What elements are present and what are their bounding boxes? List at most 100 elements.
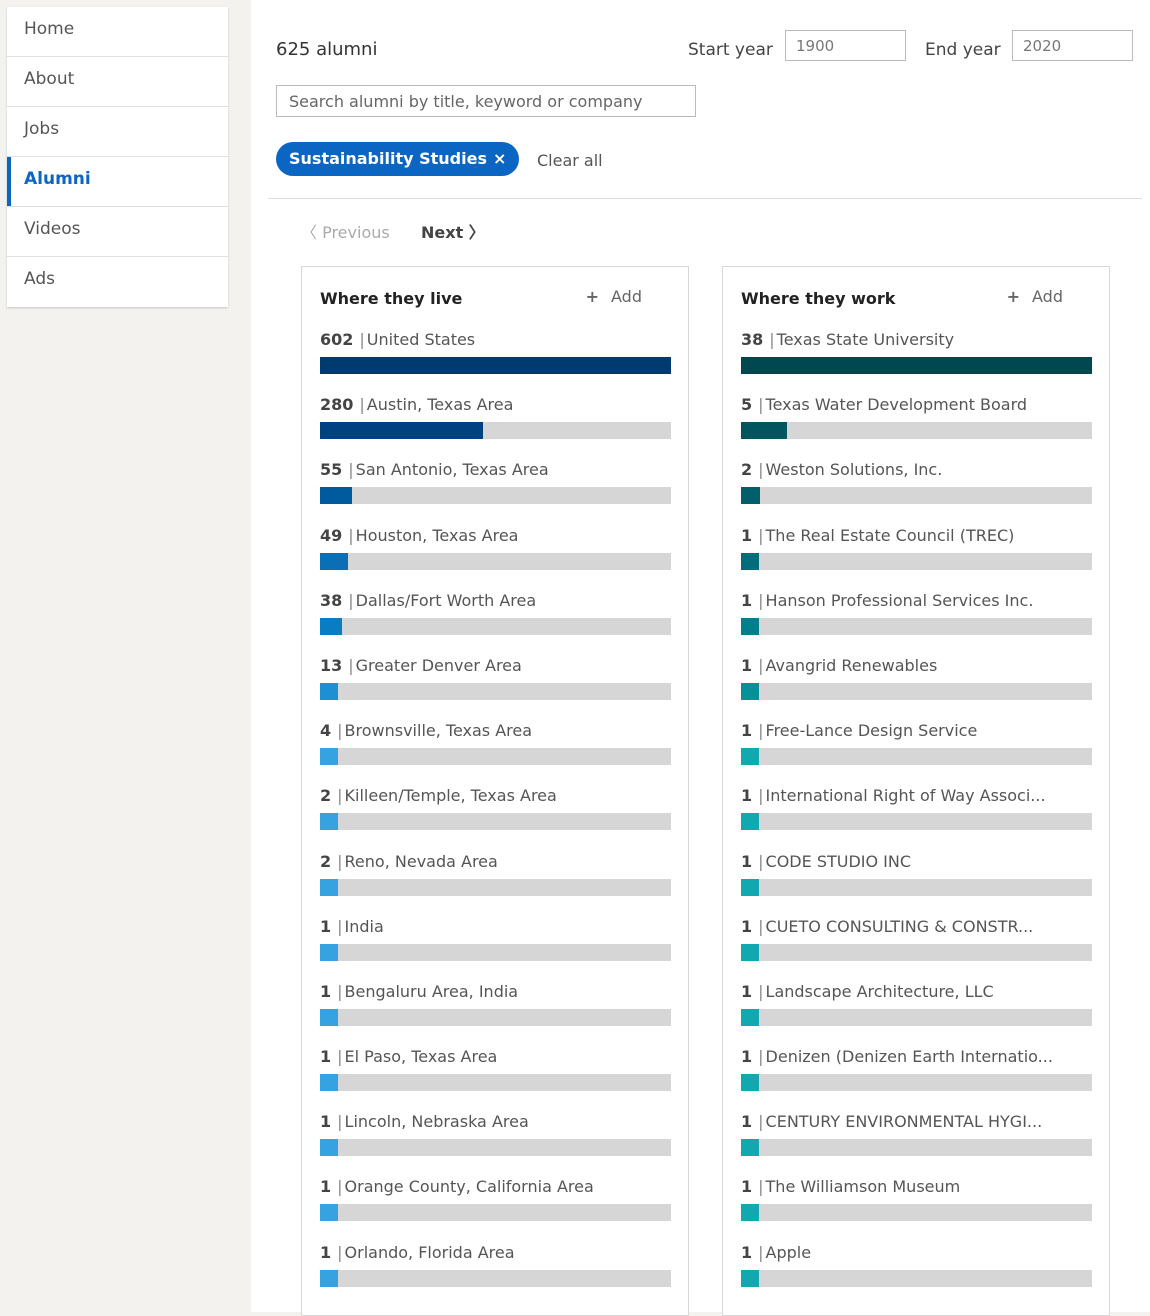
- separator: |: [337, 851, 343, 871]
- bar-fill: [741, 682, 759, 700]
- list-item[interactable]: 1 | Denizen (Denizen Earth Internatio...: [741, 1046, 1092, 1111]
- separator: |: [337, 916, 343, 936]
- alumni-search-input[interactable]: [276, 85, 696, 117]
- list-item-text: 4 | Brownsville, Texas Area: [320, 720, 671, 742]
- location-list: 602 | United States 280 | Austin, Texas Area 5…: [320, 329, 671, 1307]
- bar-track: [741, 1204, 1092, 1222]
- filter-pill-sustainability-studies[interactable]: Sustainability Studies ×: [276, 142, 520, 176]
- bar-fill: [741, 1008, 759, 1026]
- previous-button[interactable]: 〈 Previous: [301, 219, 390, 243]
- close-icon[interactable]: ×: [493, 142, 506, 176]
- list-item-label: Hanson Professional Services Inc.: [765, 590, 1034, 610]
- separator: |: [337, 1242, 343, 1262]
- list-item-count: 1: [741, 981, 753, 1001]
- bar-fill: [741, 748, 759, 766]
- list-item[interactable]: 1 | CUETO CONSULTING & CONSTR...: [741, 916, 1092, 981]
- list-item[interactable]: 1 | Hanson Professional Services Inc.: [741, 590, 1092, 655]
- list-item[interactable]: 13 | Greater Denver Area: [320, 655, 671, 720]
- bar-fill: [320, 813, 338, 831]
- list-item-label: Dallas/Fort Worth Area: [355, 590, 537, 610]
- list-item-count: 1: [741, 1242, 753, 1262]
- start-year-input[interactable]: [785, 30, 906, 61]
- list-item[interactable]: 1 | International Right of Way Associ...: [741, 785, 1092, 850]
- list-item[interactable]: 49 | Houston, Texas Area: [320, 525, 671, 590]
- separator: |: [758, 786, 764, 806]
- list-item-text: 1 | CODE STUDIO INC: [741, 851, 1092, 873]
- list-item[interactable]: 1 | India: [320, 916, 671, 981]
- list-item[interactable]: 1 | Free-Lance Design Service: [741, 720, 1092, 785]
- list-item-text: 1 | CENTURY ENVIRONMENTAL HYGI...: [741, 1111, 1092, 1133]
- nav-item-jobs[interactable]: Jobs: [7, 107, 228, 157]
- list-item-count: 1: [741, 525, 753, 545]
- list-item[interactable]: 1 | The Williamson Museum: [741, 1176, 1092, 1241]
- list-item-label: CODE STUDIO INC: [765, 851, 912, 871]
- list-item[interactable]: 1 | Orlando, Florida Area: [320, 1242, 671, 1307]
- bar-fill: [741, 813, 759, 831]
- list-item-count: 1: [741, 721, 753, 741]
- nav-item-videos[interactable]: Videos: [7, 207, 228, 257]
- list-item-text: 602 | United States: [320, 329, 671, 351]
- bar-track: [320, 1074, 671, 1092]
- list-item[interactable]: 280 | Austin, Texas Area: [320, 394, 671, 459]
- list-item-count: 2: [320, 851, 332, 871]
- bar-track: [320, 682, 671, 700]
- bar-fill: [320, 617, 343, 635]
- next-button[interactable]: Next 〉: [421, 219, 485, 243]
- list-item[interactable]: 1 | Apple: [741, 1242, 1092, 1307]
- bar-fill: [320, 1139, 338, 1157]
- nav-item-home[interactable]: Home: [7, 7, 228, 57]
- add-location-button[interactable]: + Add: [586, 287, 642, 306]
- list-item-count: 1: [320, 916, 332, 936]
- bar-fill: [741, 1269, 759, 1287]
- list-item[interactable]: 4 | Brownsville, Texas Area: [320, 720, 671, 785]
- list-item[interactable]: 1 | El Paso, Texas Area: [320, 1046, 671, 1111]
- list-item-text: 38 | Texas State University: [741, 329, 1092, 351]
- list-item[interactable]: 2 | Killeen/Temple, Texas Area: [320, 785, 671, 850]
- bar-fill: [320, 1074, 338, 1092]
- list-item[interactable]: 38 | Dallas/Fort Worth Area: [320, 590, 671, 655]
- list-item[interactable]: 1 | Lincoln, Nebraska Area: [320, 1111, 671, 1176]
- nav-item-ads[interactable]: Ads: [7, 257, 228, 307]
- list-item-count: 1: [741, 916, 753, 936]
- nav-item-alumni[interactable]: Alumni: [7, 157, 228, 207]
- list-item[interactable]: 1 | Bengaluru Area, India: [320, 981, 671, 1046]
- list-item-text: 1 | Avangrid Renewables: [741, 655, 1092, 677]
- list-item[interactable]: 1 | CODE STUDIO INC: [741, 851, 1092, 916]
- list-item-text: 1 | Denizen (Denizen Earth Internatio...: [741, 1046, 1092, 1068]
- list-item[interactable]: 602 | United States: [320, 329, 671, 394]
- nav-item-about[interactable]: About: [7, 57, 228, 107]
- list-item[interactable]: 2 | Weston Solutions, Inc.: [741, 459, 1092, 524]
- separator: |: [758, 851, 764, 871]
- clear-all-button[interactable]: Clear all: [537, 151, 603, 170]
- separator: |: [758, 1242, 764, 1262]
- list-item[interactable]: 1 | The Real Estate Council (TREC): [741, 525, 1092, 590]
- bar-fill: [741, 1139, 759, 1157]
- list-item-text: 1 | Landscape Architecture, LLC: [741, 981, 1092, 1003]
- list-item[interactable]: 55 | San Antonio, Texas Area: [320, 459, 671, 524]
- list-item[interactable]: 1 | Landscape Architecture, LLC: [741, 981, 1092, 1046]
- bar-track: [320, 487, 671, 505]
- bar-track: [320, 878, 671, 896]
- bar-track: [320, 422, 671, 440]
- bar-fill: [320, 487, 352, 505]
- bar-track: [741, 813, 1092, 831]
- bar-fill: [320, 748, 338, 766]
- end-year-input[interactable]: [1012, 30, 1133, 61]
- bar-fill: [741, 617, 759, 635]
- side-navigation: Home About Jobs Alumni Videos Ads: [7, 7, 228, 307]
- list-item-label: United States: [366, 330, 476, 349]
- bar-fill: [320, 552, 349, 570]
- list-item[interactable]: 5 | Texas Water Development Board: [741, 394, 1092, 459]
- separator: |: [758, 981, 764, 1001]
- list-item[interactable]: 1 | CENTURY ENVIRONMENTAL HYGI...: [741, 1111, 1092, 1176]
- list-item[interactable]: 2 | Reno, Nevada Area: [320, 851, 671, 916]
- bar-fill: [320, 682, 338, 700]
- add-company-button[interactable]: + Add: [1007, 287, 1063, 306]
- list-item-count: 1: [320, 1177, 332, 1197]
- list-item-count: 13: [320, 655, 343, 675]
- list-item[interactable]: 38 | Texas State University: [741, 329, 1092, 394]
- list-item[interactable]: 1 | Orange County, California Area: [320, 1176, 671, 1241]
- list-item[interactable]: 1 | Avangrid Renewables: [741, 655, 1092, 720]
- bar-track: [741, 1139, 1092, 1157]
- list-item-label: Texas State University: [776, 330, 955, 349]
